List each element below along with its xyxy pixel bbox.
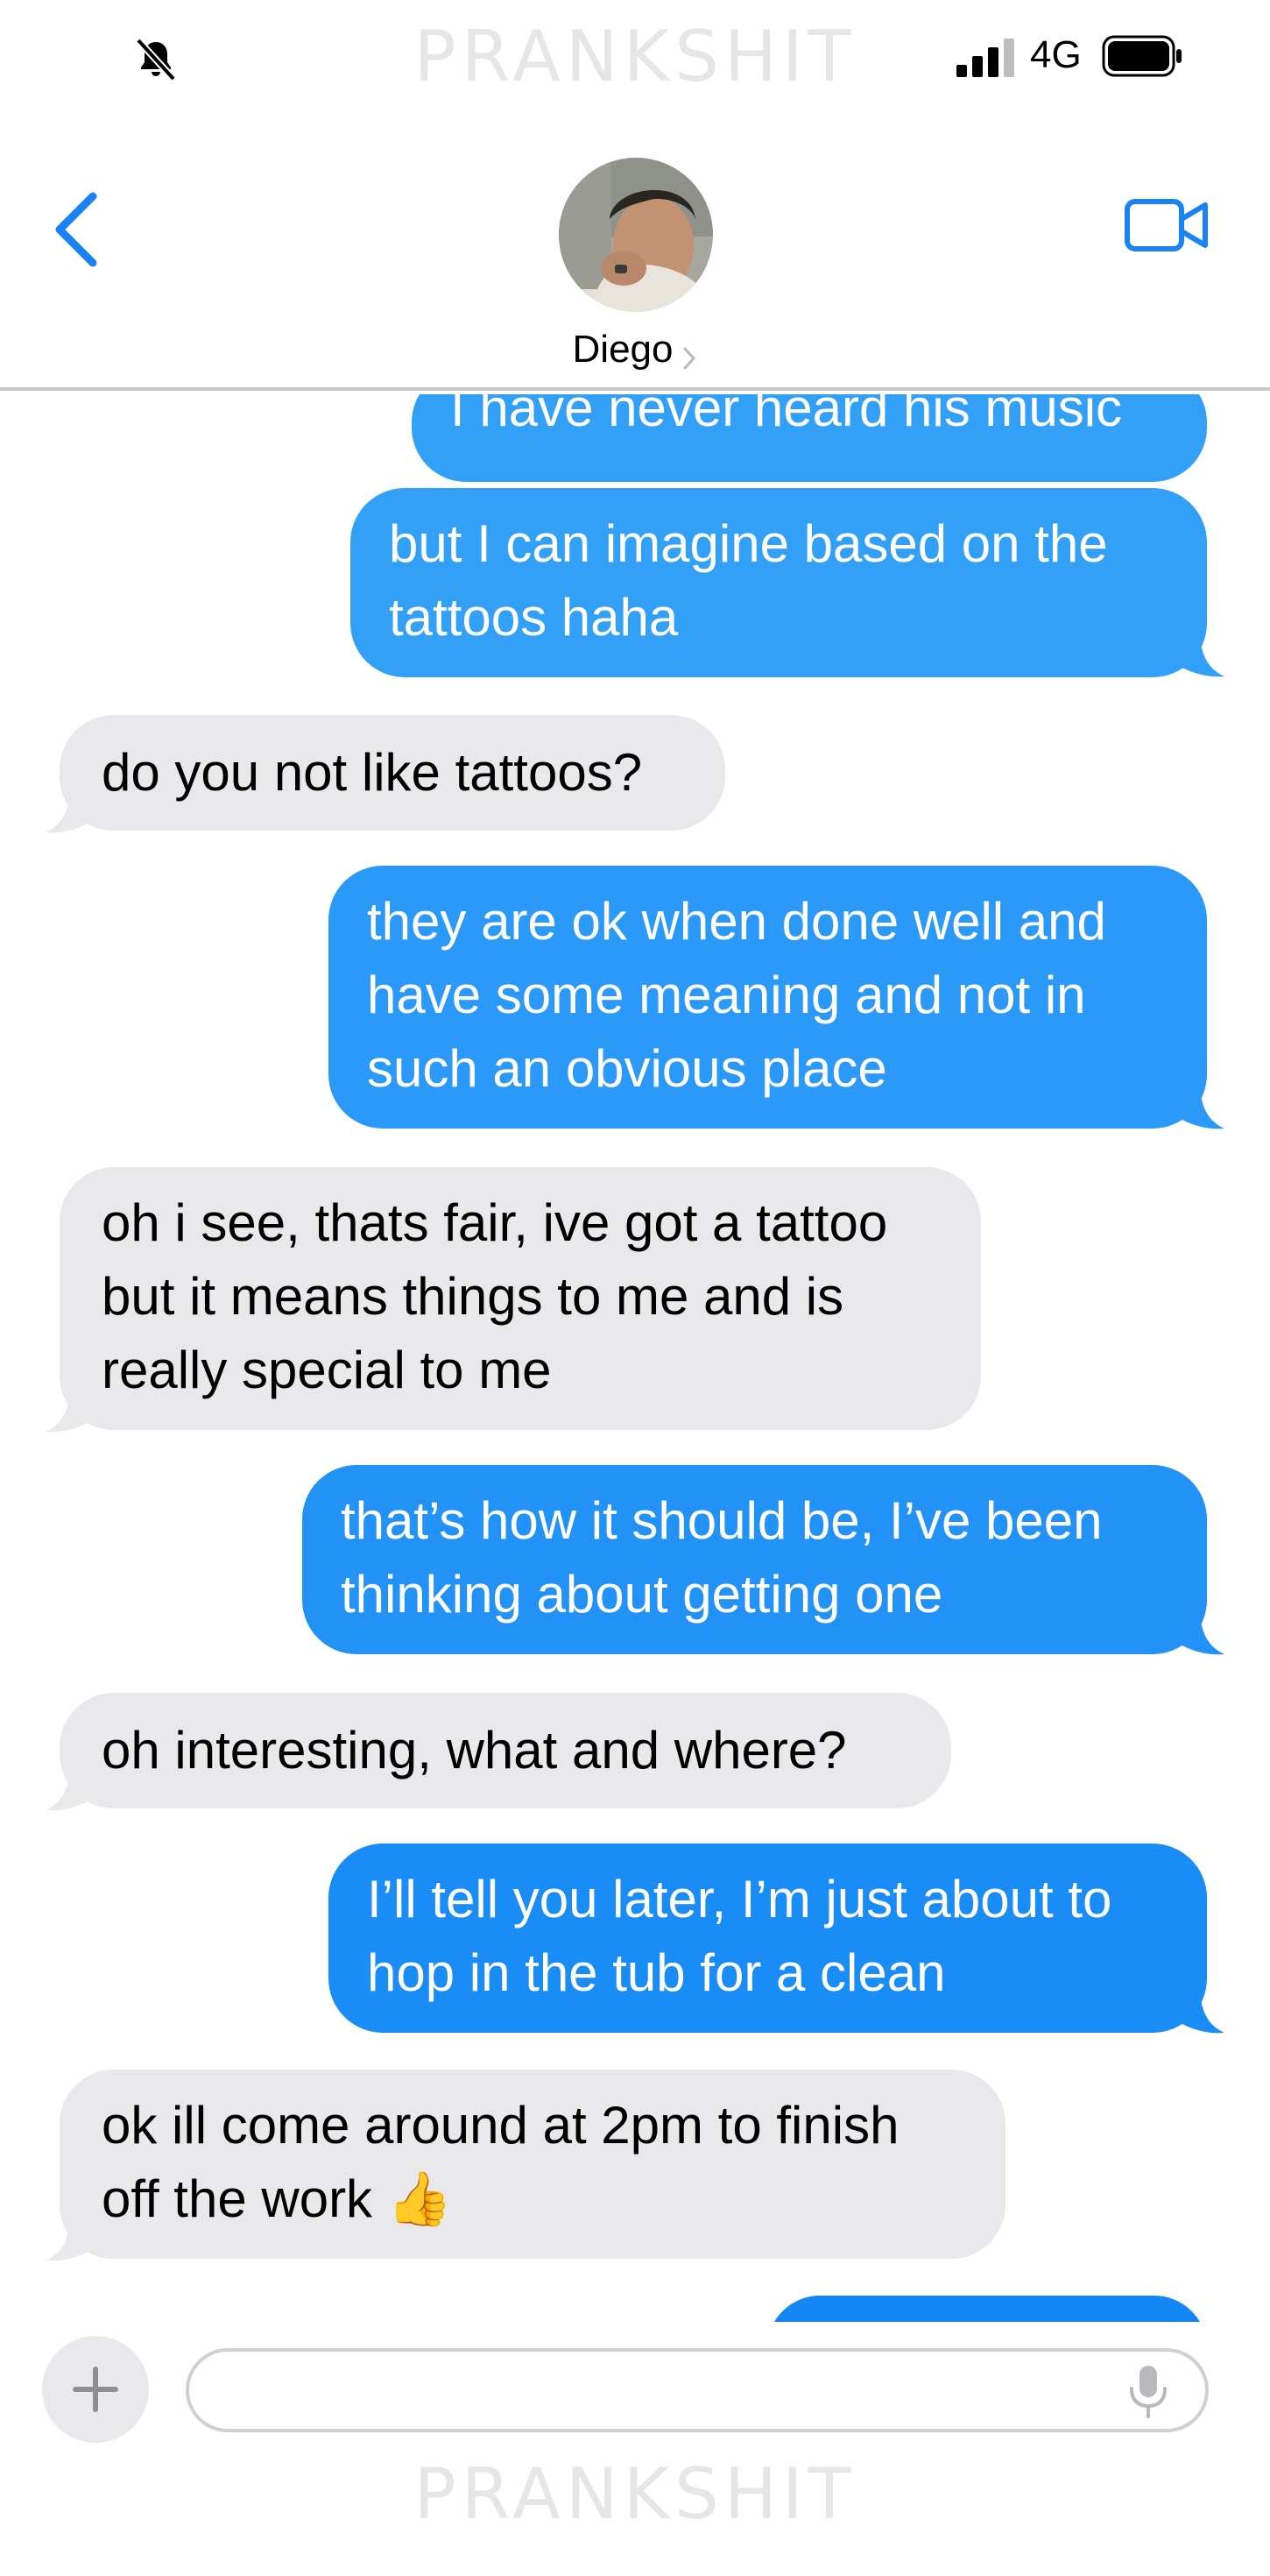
message-text: thinking about getting one [341,1565,943,1624]
message-text: oh interesting, what and where? [102,1721,847,1780]
contact-name[interactable]: Diego [573,328,674,371]
message-text: really special to me [102,1341,552,1399]
message-bubble-sent[interactable] [767,2296,1207,2322]
message-text: but I can imagine based on the [389,514,1108,573]
bubble-tail [1174,629,1224,677]
video-camera-icon[interactable] [1123,195,1210,256]
message-text: hop in the tub for a clean [367,1943,946,2002]
message-bubble-sent[interactable]: I have never heard his music [412,394,1207,482]
message-text: off the work 👍 [102,2169,453,2228]
chevron-right-icon [683,347,696,370]
message-text: do you not like tattoos? [102,743,643,802]
plus-icon [73,2367,118,2412]
bubble-tail [46,1384,96,1433]
message-text: they are ok when done well and [367,892,1106,951]
contact-name-row[interactable]: Diego [0,328,1270,372]
microphone-icon[interactable] [1125,2364,1172,2420]
bubble-tail [46,1763,96,1811]
message-bubble-sent[interactable]: but I can imagine based on the tattoos h… [350,488,1207,677]
message-text: I’ll tell you later, I’m just about to [367,1870,1112,1928]
message-text: ok ill come around at 2pm to finish [102,2096,900,2155]
message-input[interactable] [224,2352,1100,2429]
battery-icon [1102,35,1182,77]
chevron-left-icon[interactable] [44,186,105,273]
message-text: tattoos haha [389,588,679,647]
compose-bar [0,2322,1270,2453]
message-bubble-sent[interactable]: they are ok when done well and have some… [328,866,1207,1129]
message-text: that’s how it should be, I’ve been [341,1491,1103,1550]
message-text: I have never heard his music [450,394,1123,437]
message-text: but it means things to me and is [102,1267,844,1326]
message-text: have some meaning and not in [367,966,1086,1024]
messages-screen: PRANKSHIT 4G Diego I have never heard hi… [0,0,1270,2576]
cellular-signal-icon [956,39,1014,77]
plus-button[interactable] [42,2336,149,2443]
message-thread[interactable]: I have never heard his music but I can i… [0,394,1270,2322]
message-bubble-received[interactable]: oh i see, thats fair, ive got a tattoo b… [60,1167,981,1430]
bubble-tail [46,785,96,833]
message-bubble-received[interactable]: oh interesting, what and where? [60,1693,951,1808]
bubble-tail [46,2213,96,2261]
bubble-tail [1174,1607,1224,1655]
message-input-field[interactable] [186,2348,1209,2432]
avatar[interactable] [559,158,713,312]
network-type: 4G [1030,33,1082,76]
message-bubble-received[interactable]: ok ill come around at 2pm to finish off … [60,2070,1005,2259]
message-bubble-sent[interactable]: that’s how it should be, I’ve been think… [302,1465,1207,1654]
bubble-tail [1174,1081,1224,1129]
status-bar: PRANKSHIT 4G [0,0,1270,114]
conversation-header: Diego [0,114,1270,391]
message-text: such an obvious place [367,1039,887,1098]
watermark-bottom: PRANKSHIT [413,2453,857,2535]
message-bubble-received[interactable]: do you not like tattoos? [60,715,725,831]
bubble-tail [1174,1985,1224,2034]
message-bubble-sent[interactable]: I’ll tell you later, I’m just about to h… [328,1844,1207,2033]
message-text: oh i see, thats fair, ive got a tattoo [102,1193,888,1252]
contact-photo [559,158,713,312]
